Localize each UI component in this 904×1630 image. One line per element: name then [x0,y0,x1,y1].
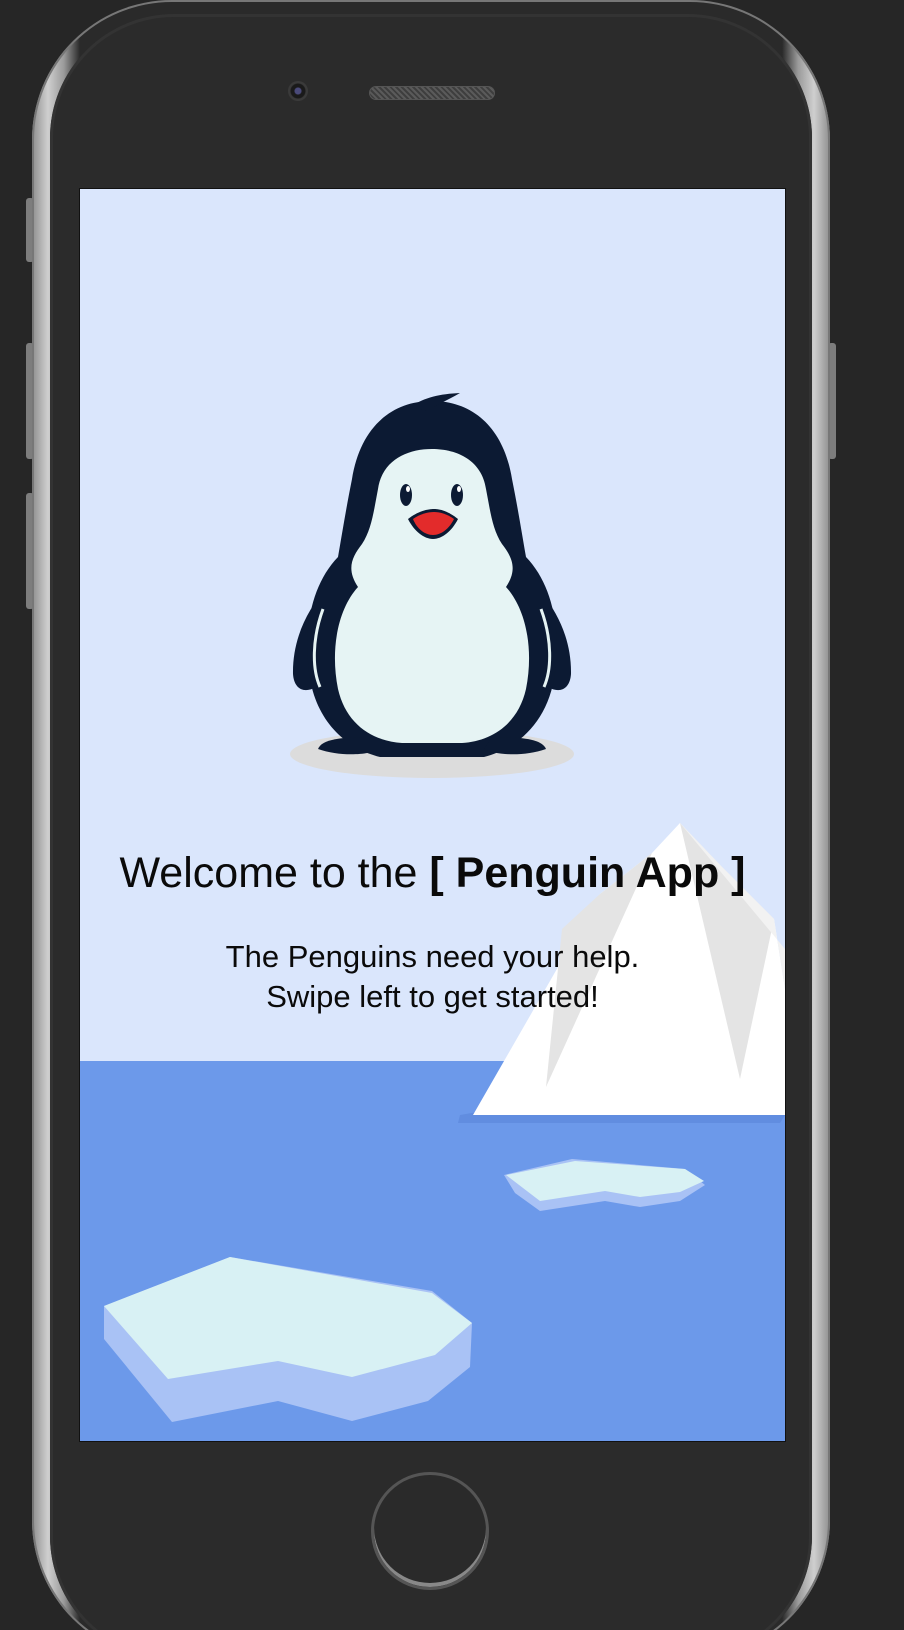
message-line-2: Swipe left to get started! [266,979,599,1014]
welcome-illustration [80,393,785,1441]
message-line-1: The Penguins need your help. [225,939,640,974]
welcome-prefix: Welcome to the [119,849,430,897]
camera-icon [288,81,308,101]
app-name: [ Penguin App ] [429,849,746,897]
welcome-heading: Welcome to the [ Penguin App ] [80,849,785,898]
home-button-icon[interactable] [371,1472,489,1590]
app-screen[interactable]: Welcome to the [ Penguin App ] The Pengu… [79,188,786,1442]
penguin-icon [292,393,572,757]
welcome-message: The Penguins need your help. Swipe left … [80,937,785,1017]
speaker-grille-icon [369,86,495,100]
phone-mockup-stage: Welcome to the [ Penguin App ] The Pengu… [0,0,904,1630]
